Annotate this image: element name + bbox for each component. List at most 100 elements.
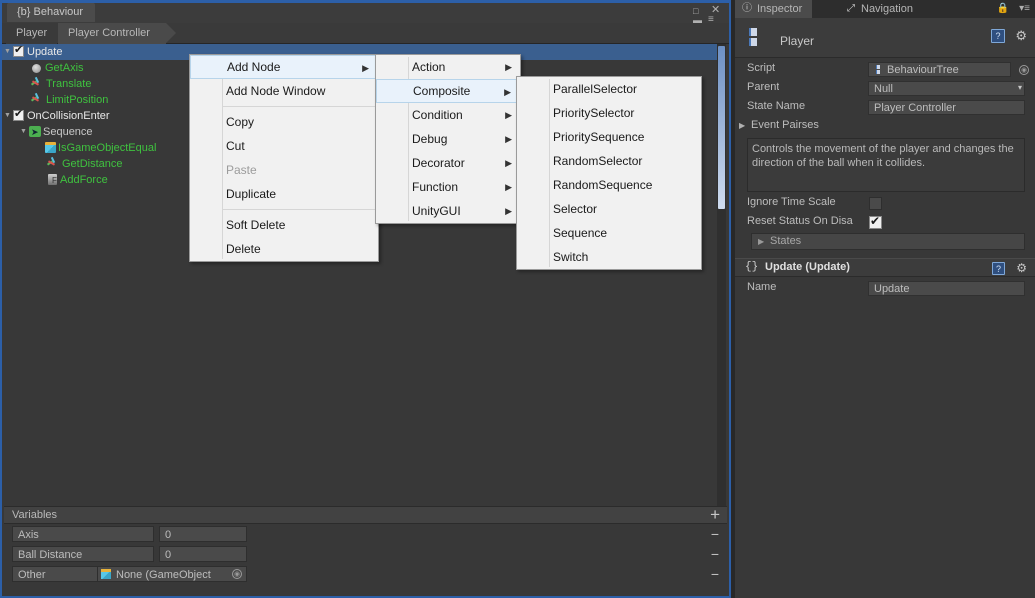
lock-icon[interactable]: 🔒: [997, 3, 1009, 14]
menu-item-add-node-window[interactable]: Add Node Window: [190, 79, 378, 103]
menu-item-cut[interactable]: Cut: [190, 134, 378, 158]
tree-node-checkbox[interactable]: [13, 44, 24, 57]
menu-item-label: Selector: [553, 202, 598, 216]
behaviour-window-tab[interactable]: {b} Behaviour: [7, 3, 96, 22]
menu-item-label: Delete: [226, 242, 261, 256]
parent-dropdown[interactable]: Null: [868, 81, 1025, 96]
variable-name-input[interactable]: Ball Distance: [12, 546, 154, 562]
tab-inspector[interactable]: ⓘ Inspector: [735, 0, 813, 18]
ignore-time-scale-checkbox[interactable]: [869, 197, 882, 210]
window-controls: □ ✕ ▬ ≡: [685, 5, 725, 25]
tree-disclosure-icon[interactable]: ▼: [34, 172, 45, 188]
remove-variable-button[interactable]: −: [711, 547, 719, 561]
submenu-arrow-icon: ▶: [505, 134, 512, 144]
breadcrumb-item-player[interactable]: Player: [6, 23, 58, 44]
script-icon: [873, 65, 881, 74]
menu-item-delete[interactable]: Delete: [190, 237, 378, 261]
reset-status-checkbox[interactable]: [869, 214, 882, 229]
tab-inspector-label: Inspector: [757, 3, 803, 15]
gear-icon[interactable]: ⚙: [1016, 261, 1027, 275]
variable-row: Axis 0 −: [4, 524, 727, 544]
submenu-item-decorator[interactable]: Decorator ▶: [376, 151, 520, 175]
variable-value-input[interactable]: 0: [159, 546, 247, 562]
menu-item-copy[interactable]: Copy: [190, 110, 378, 134]
remove-variable-button[interactable]: −: [711, 527, 719, 541]
tree-disclosure-icon[interactable]: ▼: [18, 76, 29, 92]
submenu-arrow-icon: ▶: [362, 63, 369, 73]
object-picker-icon[interactable]: ◉: [232, 569, 242, 579]
menu-item-add-node[interactable]: Add Node ▶: [190, 55, 378, 79]
submenu-item-action[interactable]: Action ▶: [376, 55, 520, 79]
menu-item-duplicate[interactable]: Duplicate: [190, 182, 378, 206]
composite-item-switch[interactable]: Switch: [517, 245, 701, 269]
inspector-menu-icon[interactable]: ▾≡: [1019, 3, 1030, 14]
add-variable-button[interactable]: +: [710, 505, 720, 525]
transform-gizmo-icon: [29, 76, 44, 89]
tab-navigation[interactable]: ⤢ Navigation: [839, 0, 923, 18]
tree-disclosure-icon[interactable]: ▼: [18, 92, 29, 108]
remove-variable-button[interactable]: −: [711, 567, 719, 581]
submenu-arrow-icon: ▶: [505, 62, 512, 72]
menu-item-label: PrioritySelector: [553, 106, 635, 120]
breadcrumb-item-player-controller[interactable]: Player Controller: [58, 23, 176, 44]
context-menu-level-3-composite[interactable]: ParallelSelector PrioritySelector Priority…: [516, 76, 702, 270]
component-header-update[interactable]: {} Update (Update) ? ⚙: [735, 258, 1035, 277]
tree-disclosure-icon[interactable]: ▼: [18, 124, 29, 140]
context-menu-level-2-add-node[interactable]: Action ▶ Composite ▶ Condition ▶ Debug ▶ Decorat…: [375, 54, 521, 224]
tree-disclosure-icon[interactable]: ▼: [34, 140, 45, 156]
variables-title: Variables: [12, 509, 58, 521]
script-picker-icon[interactable]: ◉: [1019, 65, 1029, 75]
chevron-right-icon: ▶: [758, 237, 765, 246]
menu-item-label: Function: [412, 180, 459, 194]
composite-item-randomselector[interactable]: RandomSelector: [517, 149, 701, 173]
tree-scrollbar-thumb[interactable]: [718, 46, 725, 209]
tree-scrollbar[interactable]: [717, 44, 726, 508]
variable-name-input[interactable]: Axis: [12, 526, 154, 542]
menu-item-label: Duplicate: [226, 187, 277, 201]
variable-object-field[interactable]: None (GameObject: [97, 566, 247, 582]
submenu-item-unitygui[interactable]: UnityGUI ▶: [376, 199, 520, 223]
composite-item-parallelselector[interactable]: ParallelSelector: [517, 77, 701, 101]
inspector-object-header: Player ? ⚙: [735, 18, 1035, 58]
submenu-arrow-icon: ▶: [505, 182, 512, 192]
states-foldout[interactable]: ▶ States: [751, 233, 1025, 250]
component-name-input[interactable]: Update: [868, 281, 1025, 296]
state-name-input[interactable]: Player Controller: [868, 100, 1025, 115]
submenu-item-debug[interactable]: Debug ▶: [376, 127, 520, 151]
composite-item-priorityselector[interactable]: PrioritySelector: [517, 101, 701, 125]
transform-gizmo-icon: [29, 92, 44, 105]
menu-item-label: UnityGUI: [412, 204, 461, 218]
states-label: States: [770, 235, 802, 247]
inspector-checkboxes: Ignore Time Scale Reset Status On Disa: [735, 194, 1035, 232]
help-icon[interactable]: ?: [991, 29, 1005, 43]
submenu-item-composite[interactable]: Composite ▶: [376, 79, 520, 103]
tree-node-checkbox[interactable]: [13, 108, 24, 121]
description-textarea[interactable]: Controls the movement of the player and …: [747, 138, 1025, 192]
component-title: Update (Update): [765, 261, 850, 273]
submenu-item-function[interactable]: Function ▶: [376, 175, 520, 199]
tree-disclosure-icon[interactable]: ▼: [2, 108, 13, 124]
inspector-tabbar: ⓘ Inspector ⤢ Navigation 🔒 ▾≡: [735, 0, 1035, 18]
tree-disclosure-icon[interactable]: ▼: [18, 60, 29, 76]
tree-disclosure-icon[interactable]: ▼: [34, 156, 45, 172]
tree-node-label: LimitPosition: [46, 94, 109, 107]
menu-separator: [223, 209, 377, 210]
transform-gizmo-icon: [45, 156, 60, 169]
property-label-script: Script: [747, 62, 776, 74]
composite-item-randomsequence[interactable]: RandomSequence: [517, 173, 701, 197]
gear-icon[interactable]: ⚙: [1015, 28, 1027, 44]
tree-disclosure-icon[interactable]: ▼: [2, 44, 13, 60]
help-icon[interactable]: ?: [992, 262, 1005, 275]
script-field[interactable]: BehaviourTree: [868, 62, 1011, 77]
variable-row: Other None (GameObject ◉ −: [4, 564, 727, 584]
submenu-item-condition[interactable]: Condition ▶: [376, 103, 520, 127]
menu-item-soft-delete[interactable]: Soft Delete: [190, 213, 378, 237]
composite-item-prioritysequence[interactable]: PrioritySequence: [517, 125, 701, 149]
tree-node-label: Update: [27, 46, 63, 59]
variable-value-input[interactable]: 0: [159, 526, 247, 542]
context-menu-level-1[interactable]: Add Node ▶ Add Node Window Copy Cut Paste Dupl…: [189, 54, 379, 262]
event-pairses-foldout[interactable]: ▶ Event Pairses: [735, 117, 1035, 136]
composite-item-sequence[interactable]: Sequence: [517, 221, 701, 245]
composite-item-selector[interactable]: Selector: [517, 197, 701, 221]
unity-editor-screenshot: {b} Behaviour □ ✕ ▬ ≡ Player Player Cont…: [0, 0, 1035, 598]
